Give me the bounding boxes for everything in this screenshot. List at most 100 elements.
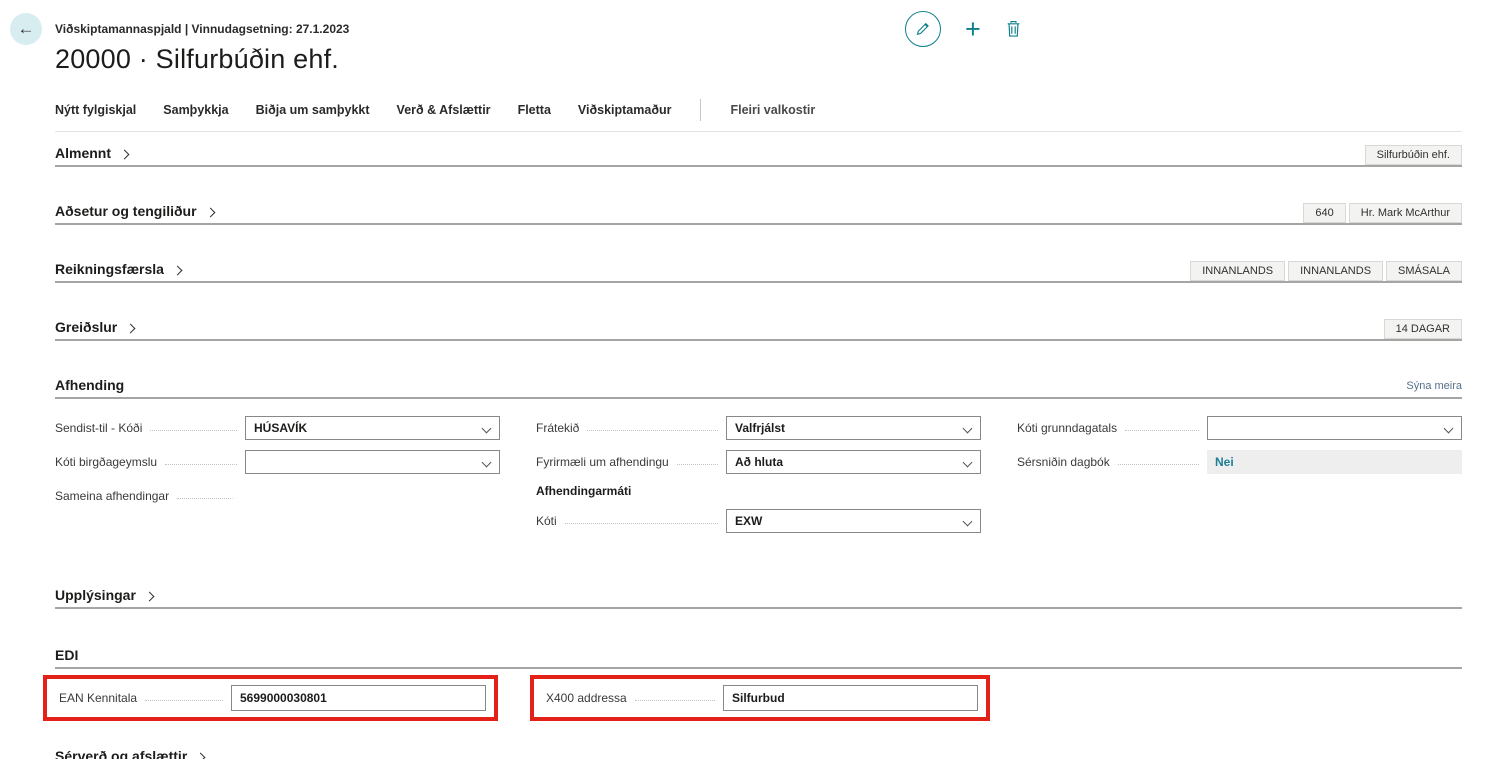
afhending-col-middle: Frátekið Valfrjálst Fyrirmæli um afhendi… — [536, 416, 981, 543]
summary-badge: 640 — [1303, 203, 1345, 223]
ean-kennitala-input[interactable]: 5699000030801 — [231, 685, 486, 711]
field-koti-grunndagatals: Kóti grunndagatals — [1017, 416, 1462, 440]
fasttab-almennt-header[interactable]: Almennt Silfurbúðin ehf. — [55, 145, 1462, 167]
fasttab-serverd: Sérverð og afslættir — [55, 748, 1462, 759]
chevron-right-icon — [126, 324, 136, 334]
card-content: Almennt Silfurbúðin ehf. Aðsetur og teng… — [55, 122, 1462, 759]
x400-addressa-highlight-box: X400 addressa Silfurbud — [530, 675, 990, 721]
fasttab-adsetur-badges: 640 Hr. Mark McArthur — [1300, 203, 1462, 223]
dotted-leader — [677, 464, 718, 465]
summary-badge: Hr. Mark McArthur — [1349, 203, 1462, 223]
fasttab-almennt: Almennt Silfurbúðin ehf. — [55, 145, 1462, 167]
field-fratekid: Frátekið Valfrjálst — [536, 416, 981, 440]
afhending-col-left: Sendist-til - Kóði HÚSAVÍK Kóti birgðage… — [55, 416, 500, 543]
summary-badge: INNANLANDS — [1190, 261, 1285, 281]
fasttab-afhending-title[interactable]: Afhending — [55, 377, 124, 393]
dotted-leader — [145, 700, 223, 701]
dotted-leader — [1118, 464, 1199, 465]
sendist-til-kodi-combobox[interactable]: HÚSAVÍK — [245, 416, 500, 440]
page-title: 20000 · Silfurbúðin ehf. — [55, 44, 339, 75]
koti-grunndagatals-combobox[interactable] — [1207, 416, 1462, 440]
field-sendist-til-kodi: Sendist-til - Kóði HÚSAVÍK — [55, 416, 500, 440]
fasttab-almennt-badges: Silfurbúðin ehf. — [1362, 145, 1462, 165]
summary-badge: Silfurbúðin ehf. — [1365, 145, 1462, 165]
fasttab-reikningsfaersla: Reikningsfærsla INNANLANDS INNANLANDS SM… — [55, 261, 1462, 283]
koti-birgdageymslu-combobox[interactable] — [245, 450, 500, 474]
dotted-leader — [1125, 430, 1199, 431]
fasttab-reikningsfaersla-header[interactable]: Reikningsfærsla INNANLANDS INNANLANDS SM… — [55, 261, 1462, 283]
chevron-right-icon — [205, 208, 215, 218]
koti-combobox[interactable]: EXW — [726, 509, 981, 533]
chevron-right-icon — [144, 592, 154, 602]
trash-icon — [1005, 20, 1022, 38]
fratekid-combobox[interactable]: Valfrjálst — [726, 416, 981, 440]
customer-card-page: ← Viðskiptamannaspjald | Vinnudagsetning… — [0, 0, 1486, 759]
page-caption: Viðskiptamannaspjald | Vinnudagsetning: … — [55, 22, 349, 36]
fasttab-upplysingar-title[interactable]: Upplýsingar — [55, 587, 153, 603]
fasttab-greidslur-header[interactable]: Greiðslur 14 DAGAR — [55, 319, 1462, 341]
fyrirmaeli-combobox[interactable]: Að hluta — [726, 450, 981, 474]
fasttab-serverd-title[interactable]: Sérverð og afslættir — [55, 748, 204, 759]
chevron-down-icon — [482, 424, 492, 434]
action-samthykkja[interactable]: Samþykkja — [163, 103, 228, 117]
toggle-knob — [227, 498, 243, 514]
fasttab-afhending-header[interactable]: Afhending Sýna meira — [55, 377, 1462, 399]
back-arrow-icon: ← — [18, 19, 35, 39]
chevron-down-icon — [1444, 424, 1454, 434]
fasttab-serverd-header[interactable]: Sérverð og afslættir — [55, 748, 1462, 759]
fasttab-adsetur-header[interactable]: Aðsetur og tengiliður 640 Hr. Mark McArt… — [55, 203, 1462, 225]
fasttab-adsetur-title[interactable]: Aðsetur og tengiliður — [55, 203, 214, 219]
fasttab-reikningsfaersla-badges: INNANLANDS INNANLANDS SMÁSALA — [1187, 261, 1462, 281]
dotted-leader — [165, 464, 237, 465]
field-koti: Kóti EXW — [536, 509, 981, 533]
fasttab-adsetur: Aðsetur og tengiliður 640 Hr. Mark McArt… — [55, 203, 1462, 225]
action-verd-afslaettir[interactable]: Verð & Afslættir — [397, 103, 491, 117]
dotted-leader — [635, 700, 715, 701]
afhending-body: Sendist-til - Kóði HÚSAVÍK Kóti birgðage… — [55, 416, 1462, 543]
chevron-down-icon — [963, 424, 973, 434]
delete-button[interactable] — [1005, 20, 1022, 38]
chevron-down-icon — [963, 458, 973, 468]
fasttab-almennt-title[interactable]: Almennt — [55, 145, 128, 161]
dotted-leader — [565, 523, 718, 524]
edit-button[interactable] — [905, 11, 941, 47]
field-sameina-afhendingar: Sameina afhendingar — [55, 484, 500, 508]
action-more-options[interactable]: Fleiri valkostir — [730, 103, 815, 117]
chevron-right-icon — [172, 266, 182, 276]
sersnidin-dagbok-value: Nei — [1207, 450, 1462, 474]
action-bidja-um-samthykkt[interactable]: Biðja um samþykkt — [256, 103, 370, 117]
show-more-link[interactable]: Sýna meira — [1406, 380, 1462, 392]
edit-pencil-icon — [915, 21, 931, 37]
dotted-leader — [177, 498, 237, 499]
plus-icon: + — [965, 14, 981, 44]
dotted-leader — [150, 430, 237, 431]
fasttab-greidslur-badges: 14 DAGAR — [1381, 319, 1462, 339]
fasttab-greidslur: Greiðslur 14 DAGAR — [55, 319, 1462, 341]
fasttab-afhending: Afhending Sýna meira Sendist-til - Kóði … — [55, 377, 1462, 543]
action-nytt-fylgiskjal[interactable]: Nýtt fylgiskjal — [55, 103, 136, 117]
action-bar-divider — [700, 99, 701, 121]
action-vidskiptamadur[interactable]: Viðskiptamaður — [578, 103, 672, 117]
fasttab-reikningsfaersla-title[interactable]: Reikningsfærsla — [55, 261, 181, 277]
fasttab-upplysingar-header[interactable]: Upplýsingar — [55, 587, 1462, 609]
summary-badge: INNANLANDS — [1288, 261, 1383, 281]
action-fletta[interactable]: Fletta — [518, 103, 551, 117]
x400-addressa-input[interactable]: Silfurbud — [723, 685, 978, 711]
dotted-leader — [587, 430, 718, 431]
edi-body: EAN Kennitala 5699000030801 X400 address… — [55, 675, 1462, 721]
fasttab-edi-title[interactable]: EDI — [55, 647, 78, 663]
field-fyrirmaeli-um-afhendingu: Fyrirmæli um afhendingu Að hluta — [536, 450, 981, 474]
summary-badge: SMÁSALA — [1386, 261, 1462, 281]
chevron-down-icon — [963, 517, 973, 527]
new-button[interactable]: + — [965, 16, 981, 43]
field-sersnidin-dagbok: Sérsniðin dagbók Nei — [1017, 450, 1462, 474]
summary-badge: 14 DAGAR — [1384, 319, 1462, 339]
back-button[interactable]: ← — [10, 13, 42, 45]
fasttab-edi-header[interactable]: EDI — [55, 647, 1462, 669]
chevron-down-icon — [482, 458, 492, 468]
field-koti-birgdageymslu: Kóti birgðageymslu — [55, 450, 500, 474]
fasttab-edi: EDI EAN Kennitala 5699000030801 X400 add… — [55, 647, 1462, 721]
fasttab-upplysingar: Upplýsingar — [55, 587, 1462, 609]
fasttab-greidslur-title[interactable]: Greiðslur — [55, 319, 134, 335]
afhending-col-right: Kóti grunndagatals Sérsniðin dagbók Nei — [1017, 416, 1462, 543]
